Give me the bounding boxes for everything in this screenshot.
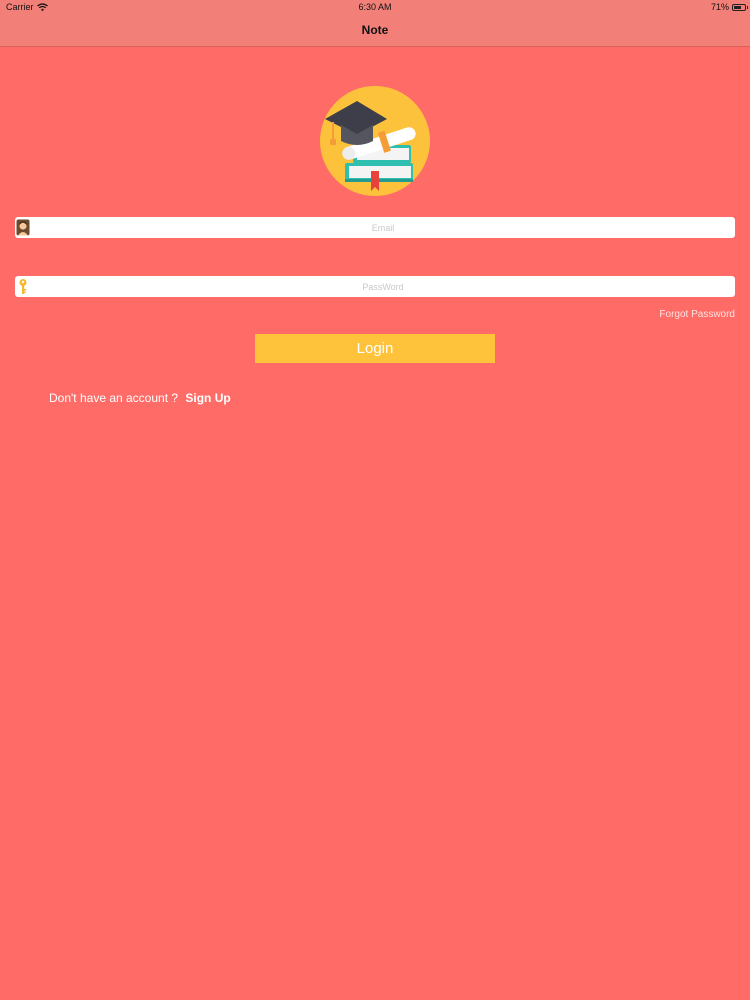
status-bar: Carrier 6:30 AM 71%: [0, 0, 750, 14]
battery-percent: 71%: [710, 2, 729, 12]
page-title: Note: [361, 23, 389, 37]
email-input[interactable]: [33, 217, 733, 238]
password-field[interactable]: [15, 276, 735, 297]
signup-link[interactable]: Sign Up: [185, 391, 230, 405]
user-avatar-icon: [16, 219, 30, 236]
password-input[interactable]: [33, 276, 733, 297]
signup-prompt: Don't have an account ?: [49, 391, 179, 405]
status-time: 6:30 AM: [358, 2, 392, 12]
graduation-books-logo: [320, 86, 430, 196]
signup-row: Don't have an account ? Sign Up: [49, 391, 231, 405]
battery-fill: [734, 5, 742, 9]
email-field[interactable]: [15, 217, 735, 238]
battery-indicator: 71%: [710, 2, 748, 12]
key-icon: [19, 279, 27, 294]
forgot-password-link[interactable]: Forgot Password: [659, 309, 735, 320]
login-button[interactable]: Login: [255, 334, 495, 363]
battery-icon: [732, 3, 748, 11]
navigation-bar: Note: [0, 14, 750, 47]
